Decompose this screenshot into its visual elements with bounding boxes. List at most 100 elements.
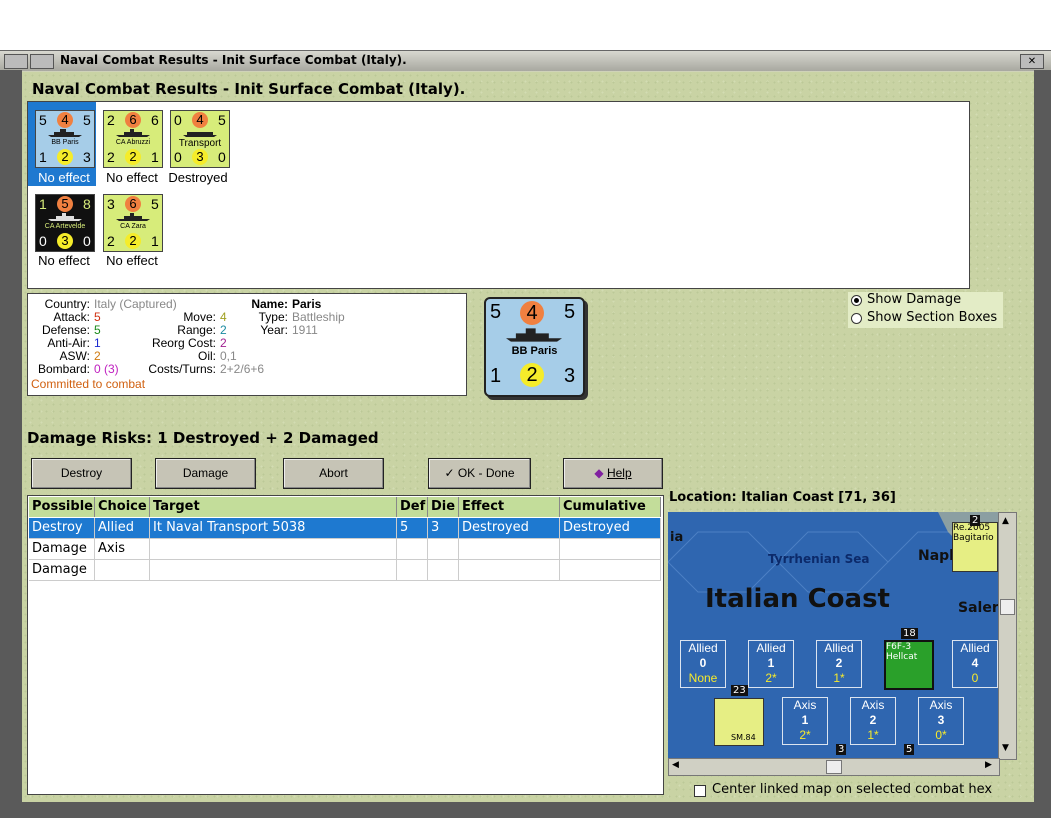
show-sections-radio[interactable] xyxy=(851,313,862,324)
battleship-icon xyxy=(506,328,562,342)
scroll-thumb[interactable] xyxy=(1000,599,1015,615)
show-damage-radio[interactable] xyxy=(851,295,862,306)
zone-status: 2* xyxy=(765,671,777,685)
counter-name: BB Paris xyxy=(51,139,79,146)
table-row[interactable]: Damage xyxy=(29,560,661,581)
map-unit-counter[interactable]: SM.84 xyxy=(714,698,764,746)
zone-status: 0* xyxy=(935,728,947,742)
counter-value: 5 xyxy=(490,301,502,323)
axis-zone-2[interactable]: Axis 2 1* xyxy=(850,697,896,745)
reorg-label: Reorg Cost: xyxy=(151,336,216,350)
table-cell xyxy=(459,560,560,581)
table-cell xyxy=(459,539,560,560)
column-header[interactable]: Effect xyxy=(459,497,560,517)
scroll-up-icon[interactable]: ▲ xyxy=(1002,516,1009,526)
show-damage-label[interactable]: Show Damage xyxy=(867,292,961,307)
allied-zone-1[interactable]: Allied 1 2* xyxy=(748,640,794,688)
help-book-icon: ◆ xyxy=(594,466,604,480)
scroll-right-icon[interactable]: ▶ xyxy=(985,760,992,770)
zone-status: 0 xyxy=(971,671,979,685)
destroy-button[interactable]: Destroy xyxy=(31,458,132,489)
column-header[interactable]: Possible xyxy=(29,497,95,517)
allied-zone-0[interactable]: Allied 0 None xyxy=(680,640,726,688)
window-title: Naval Combat Results - Init Surface Comb… xyxy=(60,53,407,67)
counter-value: 5 xyxy=(83,112,91,128)
results-table: Possible Choice Target Def Die Effect Cu… xyxy=(27,495,664,795)
allied-zone-4[interactable]: Allied 4 0 xyxy=(952,640,998,688)
center-map-checkbox[interactable] xyxy=(694,785,706,797)
counter-name: Hellcat xyxy=(886,652,918,662)
counter-value: 2 xyxy=(520,363,544,387)
scroll-down-icon[interactable]: ▼ xyxy=(1002,743,1009,753)
column-header[interactable]: Die xyxy=(428,497,459,517)
window-menu-icon[interactable] xyxy=(4,54,28,69)
sea-name: Tyrrhenian Sea xyxy=(768,552,870,566)
stack-count: 18 xyxy=(901,628,918,639)
map-horizontal-scrollbar[interactable]: ◀ ▶ xyxy=(668,758,1000,776)
combat-map[interactable]: ia Tyrrhenian Sea Napl Italian Coast Sal… xyxy=(668,512,998,758)
cruiser-icon xyxy=(116,129,150,137)
unit-list: 5 4 5 BB Paris 1 2 3 No effect 2 6 6 CA … xyxy=(27,101,970,289)
oil-label: Oil: xyxy=(198,349,216,363)
map-vertical-scrollbar[interactable]: ▲ ▼ xyxy=(998,512,1017,760)
unit-counter[interactable]: 1 5 8 CA Artevelde 0 3 0 xyxy=(35,194,95,252)
table-cell: Damage xyxy=(29,539,95,560)
center-map-label[interactable]: Center linked map on selected combat hex xyxy=(712,782,992,797)
counter-name: SM.84 xyxy=(731,733,756,742)
frame-bottom xyxy=(0,802,1051,818)
table-row[interactable]: Damage Axis xyxy=(29,539,661,560)
counter-value: 0 xyxy=(174,112,182,128)
column-header[interactable]: Cumulative xyxy=(560,497,661,517)
year-value: 1911 xyxy=(292,323,318,337)
zone-value: 0 xyxy=(699,656,707,670)
antiair-value: 1 xyxy=(94,336,101,350)
counter-value: 2 xyxy=(125,233,141,249)
selected-unit-counter: 5 4 5 BB Paris 1 2 3 xyxy=(484,297,585,397)
table-cell xyxy=(560,539,661,560)
counter-value: 3 xyxy=(83,149,91,165)
map-text-napl: Napl xyxy=(918,548,954,564)
map-unit-counter[interactable]: F6F-3 Hellcat xyxy=(884,640,934,690)
unit-counter[interactable]: 2 6 6 CA Abruzzi 2 2 1 xyxy=(103,110,163,168)
axis-zone-3[interactable]: Axis 3 0* xyxy=(918,697,964,745)
counter-value: 0 xyxy=(39,233,47,249)
transport-icon xyxy=(183,132,217,137)
counter-value: 0 xyxy=(83,233,91,249)
column-header[interactable]: Target xyxy=(150,497,397,517)
show-sections-label[interactable]: Show Section Boxes xyxy=(867,310,997,325)
close-icon[interactable]: ✕ xyxy=(1020,54,1044,69)
ok-done-button[interactable]: ✓ OK - Done xyxy=(428,458,531,489)
abort-button[interactable]: Abort xyxy=(283,458,384,489)
oil-value: 0,1 xyxy=(220,349,237,363)
unit-result: No effect xyxy=(38,170,90,185)
damage-button[interactable]: Damage xyxy=(155,458,256,489)
zone-value: 2 xyxy=(869,713,877,727)
unit-counter[interactable]: 0 4 5 Transport 0 3 0 xyxy=(170,110,230,168)
counter-name: BB Paris xyxy=(511,345,558,357)
table-cell xyxy=(397,560,428,581)
move-label: Move: xyxy=(183,310,216,324)
year-label: Year: xyxy=(260,323,288,337)
column-header[interactable]: Choice xyxy=(95,497,150,517)
damage-risks: Damage Risks: 1 Destroyed + 2 Damaged xyxy=(27,429,379,447)
table-row[interactable]: Destroy Allied It Naval Transport 5038 5… xyxy=(29,518,661,539)
zone-value: 1 xyxy=(767,656,775,670)
unit-counter[interactable]: 3 6 5 CA Zara 2 2 1 xyxy=(103,194,163,252)
scroll-left-icon[interactable]: ◀ xyxy=(672,760,679,770)
allied-zone-2[interactable]: Allied 2 1* xyxy=(816,640,862,688)
counter-type: F6F-3 xyxy=(886,642,912,652)
title-bar[interactable]: Naval Combat Results - Init Surface Comb… xyxy=(0,50,1051,71)
map-text-ia: ia xyxy=(670,530,684,545)
name-value: Paris xyxy=(292,297,322,311)
counter-value: 5 xyxy=(218,112,226,128)
unit-counter[interactable]: 5 4 5 BB Paris 1 2 3 xyxy=(35,110,95,168)
zone-label: Allied xyxy=(688,641,718,655)
scroll-thumb[interactable] xyxy=(826,760,842,774)
axis-zone-1[interactable]: Axis 1 2* xyxy=(782,697,828,745)
counter-value: 4 xyxy=(192,112,208,128)
help-button[interactable]: ◆ Help xyxy=(563,458,663,489)
zone-label: Allied xyxy=(960,641,990,655)
map-unit-counter[interactable]: Re.2005 Bagitario xyxy=(952,522,998,572)
column-header[interactable]: Def xyxy=(397,497,428,517)
minimize-icon[interactable] xyxy=(30,54,54,69)
